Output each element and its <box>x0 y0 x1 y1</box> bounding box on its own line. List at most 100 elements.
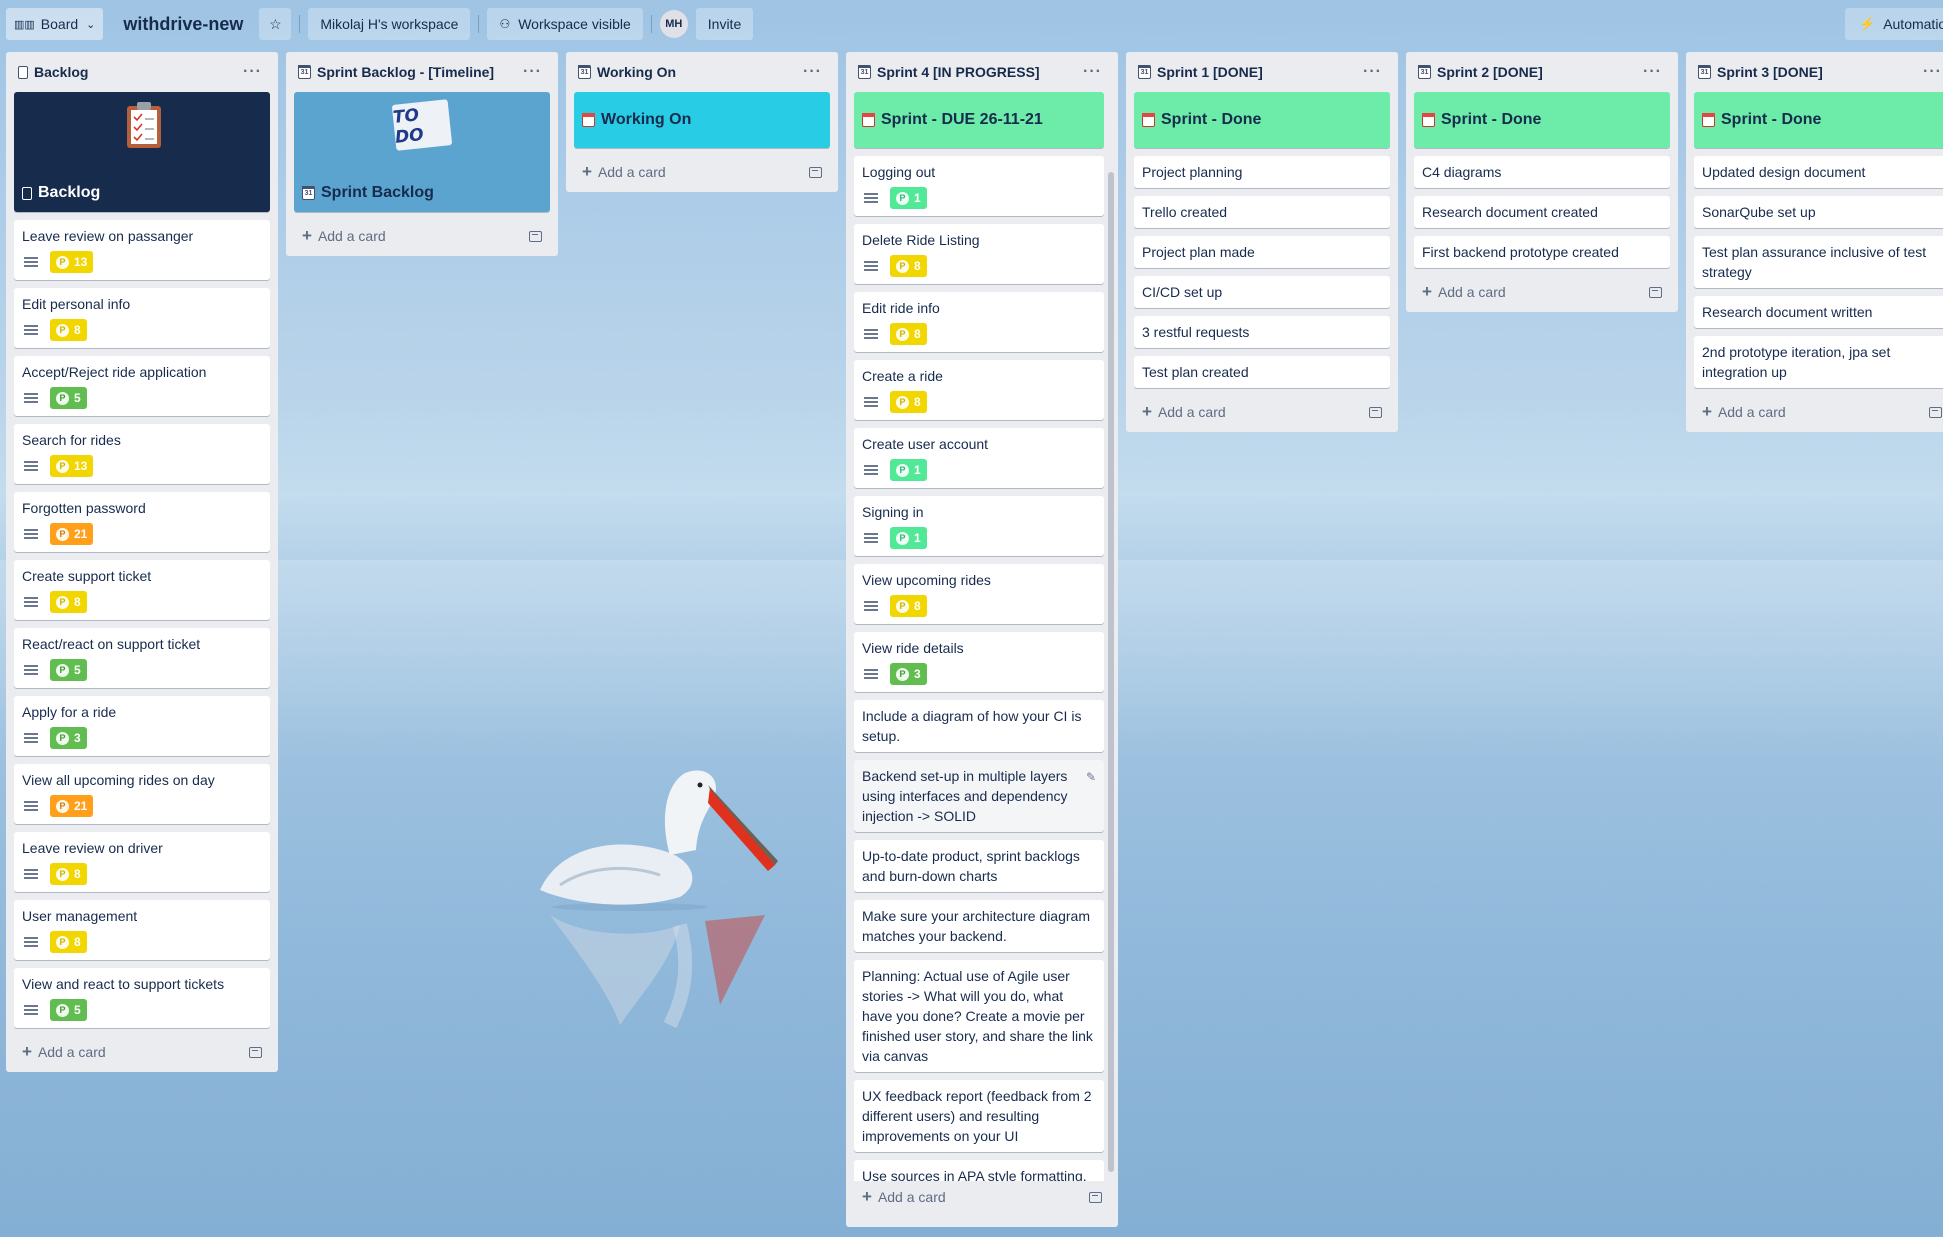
card[interactable]: Planning: Actual use of Agile user stori… <box>854 960 1104 1072</box>
card[interactable]: Up-to-date product, sprint backlogs and … <box>854 840 1104 892</box>
template-icon[interactable] <box>249 1046 262 1058</box>
template-icon[interactable] <box>1929 406 1942 418</box>
view-switcher-button[interactable]: ▥▥ Board ⌄ <box>6 8 104 40</box>
card[interactable]: Backend set-up in multiple layers using … <box>854 760 1104 832</box>
template-icon[interactable] <box>809 166 822 178</box>
card[interactable]: Edit ride info P 8 <box>854 292 1104 352</box>
cover-card-working-on[interactable]: Working On <box>574 92 830 148</box>
card[interactable]: Test plan assurance inclusive of test st… <box>1694 236 1943 288</box>
list-header[interactable]: Sprint Backlog - [Timeline] ··· <box>294 52 550 92</box>
cover-card-sprint-backlog[interactable]: TO DO Sprint Backlog <box>294 92 550 212</box>
list-title[interactable]: Backlog <box>18 64 237 80</box>
list-menu-icon[interactable]: ··· <box>1917 63 1943 81</box>
plus-icon: + <box>22 1042 32 1061</box>
card[interactable]: Accept/Reject ride application P 5 <box>14 356 270 416</box>
card[interactable]: UX feedback report (feedback from 2 diff… <box>854 1080 1104 1152</box>
card[interactable]: Apply for a ride P 3 <box>14 696 270 756</box>
template-icon[interactable] <box>1089 1191 1102 1203</box>
list-menu-icon[interactable]: ··· <box>237 63 268 81</box>
list-header[interactable]: Sprint 3 [DONE] ··· <box>1694 52 1943 92</box>
card[interactable]: Create a ride P 8 <box>854 360 1104 420</box>
automation-button[interactable]: ⚡ Automation <box>1845 8 1943 40</box>
card[interactable]: Project planning <box>1134 156 1390 188</box>
card[interactable]: Research document created <box>1414 196 1670 228</box>
card[interactable]: 2nd prototype iteration, jpa set integra… <box>1694 336 1943 388</box>
card[interactable]: Use sources in APA style formatting. <box>854 1160 1104 1181</box>
list-title[interactable]: Sprint 2 [DONE] <box>1418 64 1637 80</box>
add-card-button[interactable]: + Add a card <box>14 1036 270 1068</box>
invite-button[interactable]: Invite <box>695 8 754 40</box>
list-header[interactable]: Backlog ··· <box>14 52 270 92</box>
card[interactable]: User management P 8 <box>14 900 270 960</box>
workspace-button[interactable]: Mikolaj H's workspace <box>308 8 471 40</box>
card[interactable]: Include a diagram of how your CI is setu… <box>854 700 1104 752</box>
card[interactable]: CI/CD set up <box>1134 276 1390 308</box>
card[interactable]: View ride details P 3 <box>854 632 1104 692</box>
list-title[interactable]: Sprint 3 [DONE] <box>1698 64 1917 80</box>
list-title[interactable]: Sprint Backlog - [Timeline] <box>298 64 517 80</box>
avatar[interactable]: MH <box>659 10 688 38</box>
add-card-button[interactable]: + Add a card <box>1414 276 1670 308</box>
card-list: Logging out P 1 Delete Ride Listing P 8 Edit r… <box>854 156 1104 692</box>
template-icon[interactable] <box>529 230 542 242</box>
list-menu-icon[interactable]: ··· <box>1637 63 1668 81</box>
card[interactable]: Research document written <box>1694 296 1943 328</box>
card[interactable]: Project plan made <box>1134 236 1390 268</box>
card[interactable]: Delete Ride Listing P 8 <box>854 224 1104 284</box>
template-icon[interactable] <box>1369 406 1382 418</box>
board-title[interactable]: withdrive-new <box>123 14 243 35</box>
list-menu-icon[interactable]: ··· <box>517 63 548 81</box>
add-card-button[interactable]: + Add a card <box>574 156 830 188</box>
cover-card-backlog[interactable]: Backlog <box>14 92 270 212</box>
cover-card-sprint-4[interactable]: Sprint - DUE 26-11-21 <box>854 92 1104 148</box>
card[interactable]: Edit personal info P 8 <box>14 288 270 348</box>
add-card-button[interactable]: + Add a card <box>294 220 550 252</box>
card[interactable]: Leave review on passanger P 13 <box>14 220 270 280</box>
list-menu-icon[interactable]: ··· <box>1077 63 1108 81</box>
card[interactable]: View all upcoming rides on day P 21 <box>14 764 270 824</box>
list-title[interactable]: Sprint 1 [DONE] <box>1138 64 1357 80</box>
list-header[interactable]: Sprint 4 [IN PROGRESS] ··· <box>854 52 1110 92</box>
add-card-button[interactable]: + Add a card <box>1134 396 1390 428</box>
card-badges: P8 <box>22 590 262 614</box>
card[interactable]: Trello created <box>1134 196 1390 228</box>
cover-card-sprint-1[interactable]: Sprint - Done <box>1134 92 1390 148</box>
star-board-button[interactable]: ☆ <box>259 8 292 40</box>
card[interactable]: Create user account P 1 <box>854 428 1104 488</box>
list-scrollbar[interactable] <box>1108 172 1114 1172</box>
cover-card-sprint-3[interactable]: Sprint - Done <box>1694 92 1943 148</box>
card[interactable]: Make sure your architecture diagram matc… <box>854 900 1104 952</box>
card[interactable]: Leave review on driver P 8 <box>14 832 270 892</box>
list-menu-icon[interactable]: ··· <box>1357 63 1388 81</box>
template-icon[interactable] <box>1649 286 1662 298</box>
card[interactable]: React/react on support ticket P 5 <box>14 628 270 688</box>
add-card-button[interactable]: + Add a card <box>854 1181 1110 1213</box>
edit-pencil-icon[interactable]: ✎ <box>1086 767 1096 787</box>
points-icon: P <box>56 255 69 269</box>
card[interactable]: First backend prototype created <box>1414 236 1670 268</box>
add-card-button[interactable]: + Add a card <box>1694 396 1943 428</box>
list-header[interactable]: Working On ··· <box>574 52 830 92</box>
card[interactable]: Logging out P 1 <box>854 156 1104 216</box>
card[interactable]: Create support ticket P 8 <box>14 560 270 620</box>
pelican-image <box>540 770 778 1029</box>
card[interactable]: Signing in P 1 <box>854 496 1104 556</box>
list-header[interactable]: Sprint 1 [DONE] ··· <box>1134 52 1390 92</box>
card[interactable]: View upcoming rides P 8 <box>854 564 1104 624</box>
list-title[interactable]: Sprint 4 [IN PROGRESS] <box>858 64 1077 80</box>
card[interactable]: C4 diagrams <box>1414 156 1670 188</box>
card[interactable]: View and react to support tickets P 5 <box>14 968 270 1028</box>
list-title[interactable]: Working On <box>578 64 797 80</box>
card-scroll-area[interactable]: Sprint - DUE 26-11-21 Logging out P 1 Delet… <box>854 92 1110 1181</box>
cover-card-sprint-2[interactable]: Sprint - Done <box>1414 92 1670 148</box>
card[interactable]: Forgotten password P 21 <box>14 492 270 552</box>
list-header[interactable]: Sprint 2 [DONE] ··· <box>1414 52 1670 92</box>
card[interactable]: Search for rides P 13 <box>14 424 270 484</box>
card[interactable]: 3 restful requests <box>1134 316 1390 348</box>
card[interactable]: SonarQube set up <box>1694 196 1943 228</box>
visibility-button[interactable]: ⚇ Workspace visible <box>487 8 643 40</box>
card[interactable]: Test plan created <box>1134 356 1390 388</box>
story-points-value: 8 <box>914 599 921 613</box>
list-menu-icon[interactable]: ··· <box>797 63 828 81</box>
card[interactable]: Updated design document <box>1694 156 1943 188</box>
